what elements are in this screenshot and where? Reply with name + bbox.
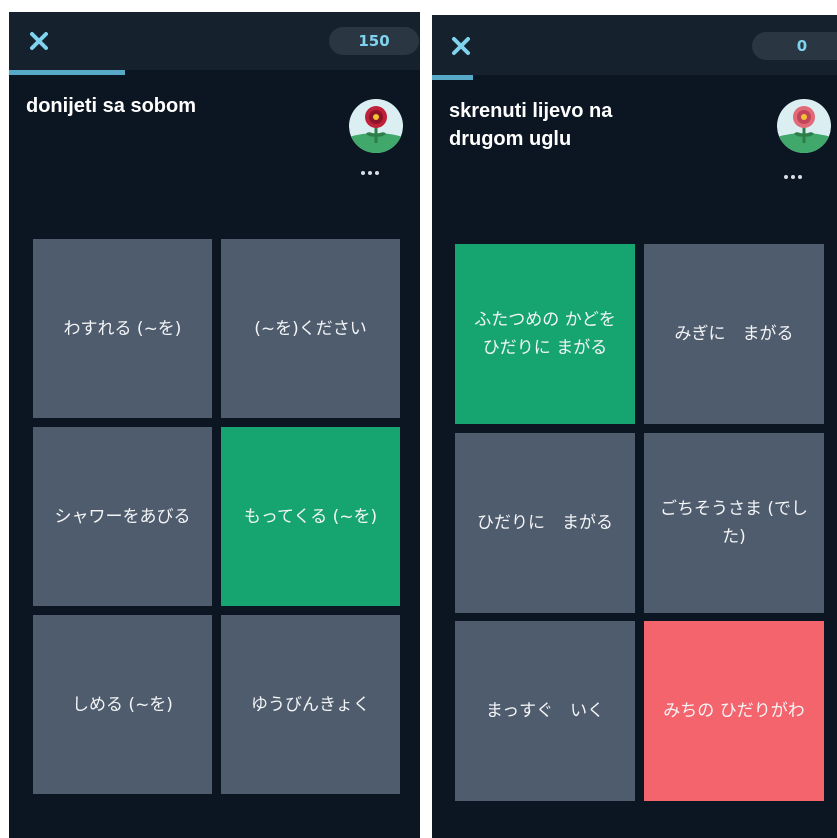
prompt-line: skrenuti lijevo na <box>449 100 613 122</box>
tile-label: ごちそうさま (でした) <box>659 499 809 547</box>
tile-label: シャワーをあびる <box>54 506 191 527</box>
answer-tile[interactable]: ゆうびんきょく <box>221 615 400 794</box>
progress-track <box>9 70 420 75</box>
answer-tile[interactable]: しめる (~を) <box>33 615 212 794</box>
tile-label: ゆうびんきょく <box>251 694 370 715</box>
answer-tile-wrong[interactable]: みちの ひだりがわ <box>644 621 824 801</box>
close-icon[interactable] <box>449 34 473 58</box>
answer-tile[interactable]: みぎに まがる <box>644 244 824 424</box>
tile-label: わすれる (~を) <box>63 318 182 339</box>
flower-avatar-icon <box>777 99 831 153</box>
more-options-icon[interactable] <box>784 173 804 181</box>
tile-label: みちの ひだりがわ <box>663 701 805 721</box>
close-icon[interactable] <box>27 29 51 53</box>
tile-label: もってくる (~を) <box>243 506 378 527</box>
score-badge: 150 <box>329 27 419 55</box>
tile-label: みぎに まがる <box>674 324 794 344</box>
tile-label: まっすぐ いく <box>485 701 605 721</box>
score-badge: 0 <box>752 32 837 60</box>
more-options-icon[interactable] <box>361 169 381 177</box>
answer-tile-correct[interactable]: ふたつめの かどを ひだりに まがる <box>455 244 635 424</box>
top-bar: 0 <box>432 15 837 75</box>
tile-label: しめる (~を) <box>72 694 173 715</box>
prompt-line: drugom uglu <box>449 128 572 150</box>
answer-tile[interactable]: ごちそうさま (でした) <box>644 433 824 613</box>
prompt-text: donijeti sa sobom <box>26 95 197 117</box>
left-quiz-card: 150 donijeti sa sobom わすれる (~を) (~を)ください… <box>9 12 420 838</box>
tile-label: ひだりに まがる <box>477 513 613 533</box>
answer-tile[interactable]: (~を)ください <box>221 239 400 418</box>
progress-track <box>432 75 837 80</box>
progress-fill <box>432 75 473 80</box>
flower-avatar-icon <box>349 99 403 153</box>
prompt-text: skrenuti lijevo na drugom uglu <box>449 97 709 153</box>
right-quiz-card: 0 skrenuti lijevo na drugom uglu ふたつめの か… <box>432 15 837 838</box>
progress-fill <box>9 70 125 75</box>
answer-tile[interactable]: わすれる (~を) <box>33 239 212 418</box>
top-bar: 150 <box>9 12 420 70</box>
answer-tile[interactable]: シャワーをあびる <box>33 427 212 606</box>
answer-tile[interactable]: ひだりに まがる <box>455 433 635 613</box>
tile-label: (~を)ください <box>254 318 367 339</box>
tile-label: ふたつめの かどを ひだりに まがる <box>474 310 616 358</box>
answer-tile[interactable]: まっすぐ いく <box>455 621 635 801</box>
answer-tile-correct[interactable]: もってくる (~を) <box>221 427 400 606</box>
